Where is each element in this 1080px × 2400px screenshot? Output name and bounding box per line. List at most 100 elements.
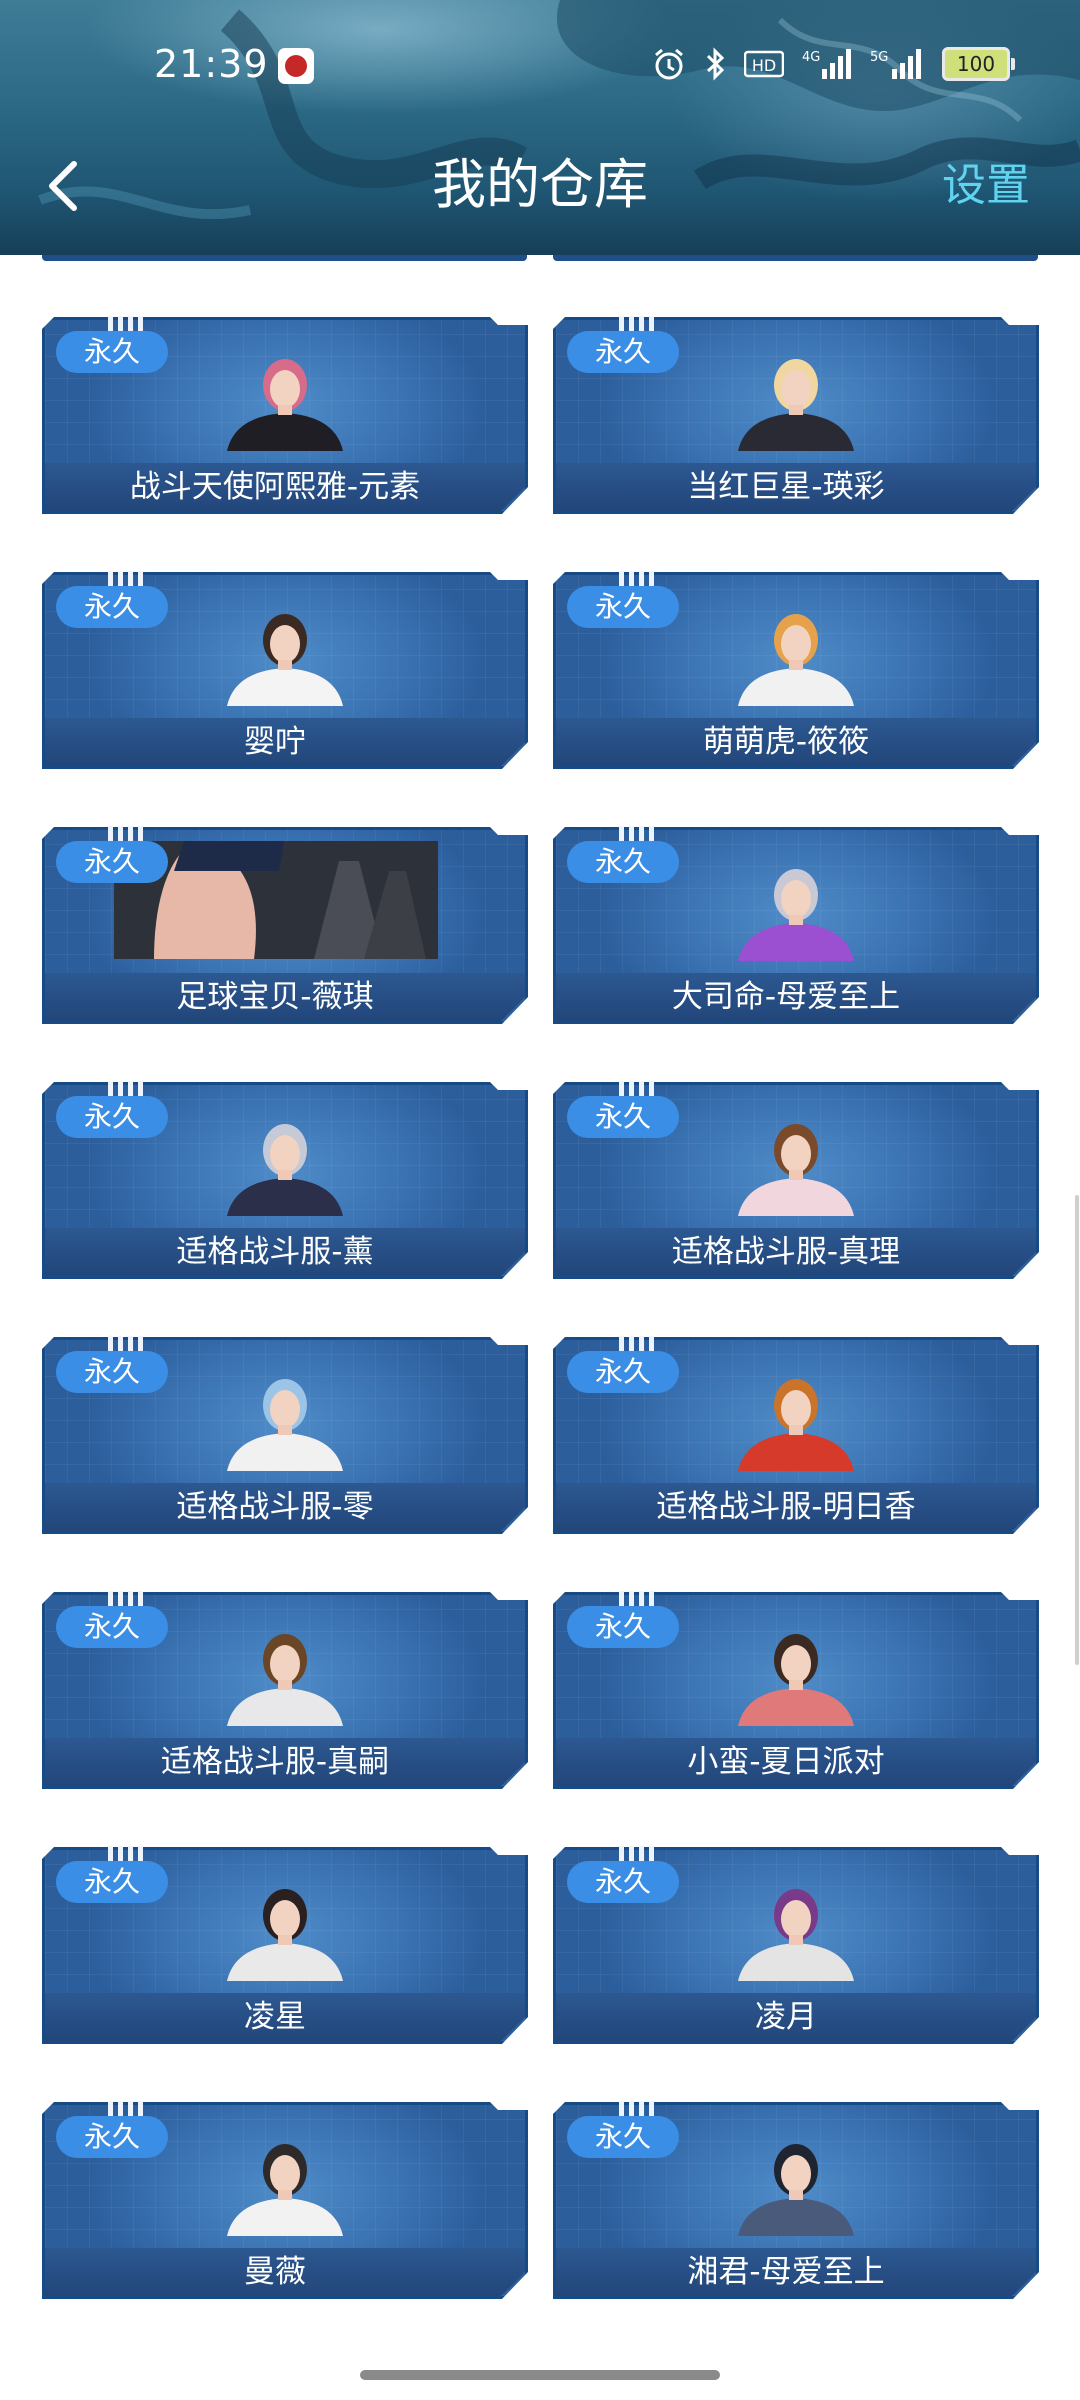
card-notch-decoration [619,571,655,587]
card-notch-decoration [108,1591,144,1607]
item-name: 湘君-母爱至上 [687,2254,885,2290]
character-portrait [726,857,866,961]
card-notch-decoration [619,2101,655,2117]
card-notch-decoration [108,316,144,332]
item-name: 萌萌虎-筱筱 [702,724,870,760]
nav-bar: 我的仓库 设置 [0,120,1080,250]
item-name: 凌月 [755,1999,817,2035]
permanent-tag: 永久 [56,841,168,883]
permanent-tag: 永久 [567,1096,679,1138]
item-name: 小蛮-夏日派对 [687,1744,885,1780]
scrollbar[interactable] [1075,1195,1079,1665]
partial-card-edge [42,255,527,261]
item-card[interactable]: 永久湘君-母爱至上 [553,2101,1039,2299]
partial-card-edge [553,255,1038,261]
item-name: 适格战斗服-薰 [176,1234,374,1270]
character-portrait [215,1622,355,1726]
permanent-tag: 永久 [56,1606,168,1648]
item-name: 大司命-母爱至上 [671,979,901,1015]
permanent-tag: 永久 [56,331,168,373]
card-notch-decoration [619,1591,655,1607]
page-title: 我的仓库 [432,153,648,216]
hd-icon: HD [744,49,784,79]
item-card[interactable]: 永久婴咛 [42,571,528,769]
card-notch-decoration [108,826,144,842]
card-notch-decoration [619,316,655,332]
app-header: 21:39 HD 4G 5G 100 我的仓库 设置 [0,0,1080,255]
permanent-tag: 永久 [567,1606,679,1648]
item-name: 适格战斗服-明日香 [656,1489,916,1525]
item-card[interactable]: 永久适格战斗服-真嗣 [42,1591,528,1789]
bluetooth-icon [704,47,726,81]
item-card[interactable]: 永久萌萌虎-筱筱 [553,571,1039,769]
character-portrait [726,602,866,706]
permanent-tag: 永久 [567,331,679,373]
permanent-tag: 永久 [567,586,679,628]
card-notch-decoration [619,826,655,842]
svg-text:HD: HD [752,56,776,75]
card-notch-decoration [619,1081,655,1097]
item-name: 足球宝贝-薇琪 [176,979,374,1015]
character-portrait [215,1367,355,1471]
item-card[interactable]: 永久当红巨星-瑛彩 [553,316,1039,514]
permanent-tag: 永久 [567,841,679,883]
item-name: 适格战斗服-真理 [671,1234,901,1270]
item-card[interactable]: 永久适格战斗服-零 [42,1336,528,1534]
item-card[interactable]: 永久凌月 [553,1846,1039,2044]
character-portrait [726,347,866,451]
character-portrait [726,1877,866,1981]
item-card[interactable]: 永久凌星 [42,1846,528,2044]
card-notch-decoration [619,1846,655,1862]
item-card[interactable]: 永久适格战斗服-真理 [553,1081,1039,1279]
character-portrait [215,1112,355,1216]
permanent-tag: 永久 [56,1861,168,1903]
card-notch-decoration [108,1336,144,1352]
app-notification-icon [278,48,314,84]
card-notch-decoration [108,571,144,587]
permanent-tag: 永久 [56,2116,168,2158]
item-card[interactable]: 永久战斗天使阿熙雅-元素 [42,316,528,514]
item-name: 适格战斗服-真嗣 [160,1744,390,1780]
status-icons: HD 4G 5G 100 [652,44,1015,84]
item-card[interactable]: 永久大司命-母爱至上 [553,826,1039,1024]
settings-button[interactable]: 设置 [942,156,1030,216]
signal-5g-icon: 5G [870,47,924,81]
item-card[interactable]: 永久小蛮-夏日派对 [553,1591,1039,1789]
character-portrait [726,2132,866,2236]
card-notch-decoration [108,1081,144,1097]
permanent-tag: 永久 [56,586,168,628]
item-card[interactable]: 永久适格战斗服-明日香 [553,1336,1039,1534]
item-name: 婴咛 [244,724,306,760]
card-notch-decoration [108,1846,144,1862]
character-portrait [726,1367,866,1471]
card-notch-decoration [619,1336,655,1352]
permanent-tag: 永久 [567,2116,679,2158]
signal-4g-icon: 4G [802,47,852,81]
permanent-tag: 永久 [56,1096,168,1138]
status-bar: 21:39 HD 4G 5G 100 [0,0,1080,120]
item-name: 当红巨星-瑛彩 [687,469,885,505]
item-name: 曼薇 [244,2254,306,2290]
permanent-tag: 永久 [567,1351,679,1393]
item-card[interactable]: 永久适格战斗服-薰 [42,1081,528,1279]
item-name: 凌星 [244,1999,306,2035]
alarm-icon [652,47,686,81]
permanent-tag: 永久 [56,1351,168,1393]
status-time: 21:39 [154,42,269,86]
item-name: 适格战斗服-零 [176,1489,374,1525]
home-indicator[interactable] [360,2370,720,2380]
card-notch-decoration [108,2101,144,2117]
warehouse-grid[interactable]: 永久 战斗天使阿熙雅-元素 永久 当红巨星-瑛彩 永久 婴咛 永久 萌萌虎-筱筱 永久 足球宝贝-… [0,255,1080,2400]
item-card[interactable]: 永久曼薇 [42,2101,528,2299]
character-portrait [726,1622,866,1726]
character-portrait [726,1112,866,1216]
permanent-tag: 永久 [567,1861,679,1903]
character-portrait [215,347,355,451]
svg-text:4G: 4G [802,50,820,65]
character-portrait [215,602,355,706]
character-portrait [215,2132,355,2236]
item-card[interactable]: 永久足球宝贝-薇琪 [42,826,528,1024]
item-name: 战斗天使阿熙雅-元素 [129,469,421,505]
battery-icon: 100 [942,47,1015,81]
svg-text:5G: 5G [870,50,888,65]
